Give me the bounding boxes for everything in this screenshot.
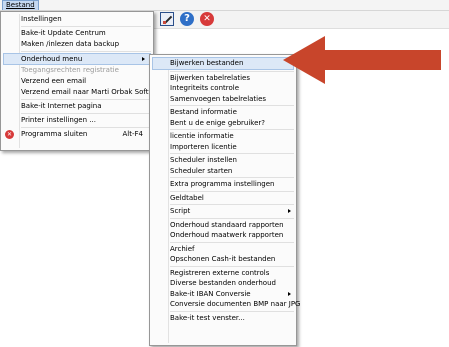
menu-separator [21, 99, 151, 100]
menu-separator [170, 217, 294, 219]
submenu-item-iban-conversie[interactable]: Bake-it IBAN Conversie [150, 289, 296, 300]
submenu-item-maatwerk-rapporten[interactable]: Onderhoud maatwerk rapporten [150, 230, 296, 241]
submenu-item-archief[interactable]: Archief [150, 244, 296, 255]
menu-separator [170, 310, 294, 312]
menu-item-onderhoud-menu[interactable]: Onderhoud menu [3, 53, 151, 65]
submenu-item-bijwerken-bestanden[interactable]: Bijwerken bestanden [152, 57, 294, 70]
submenu-item-licentie-informatie[interactable]: licentie informatie [150, 131, 296, 142]
submenu-item-standaard-rapporten[interactable]: Onderhoud standaard rapporten [150, 220, 296, 231]
submenu-item-registreren-externe-controls[interactable]: Registreren externe controls [150, 268, 296, 279]
submenu-item-geldtabel[interactable]: Geldtabel [150, 193, 296, 204]
submenu-item-scheduler-starten[interactable]: Scheduler starten [150, 166, 296, 177]
pointer-arrow-shape [283, 36, 441, 84]
menu-separator [170, 204, 294, 205]
close-icon[interactable]: ✕ [200, 12, 214, 26]
menu-item-update-centrum[interactable]: Bake-it Update Centrum [1, 28, 153, 39]
bestand-dropdown-menu: Instellingen Bake-it Update Centrum Make… [0, 11, 166, 151]
submenu-arrow-icon [288, 209, 291, 213]
submenu-item-enige-gebruiker[interactable]: Bent u de enige gebruiker? [150, 118, 296, 129]
menu-separator [21, 127, 151, 128]
submenu-item-scheduler-instellen[interactable]: Scheduler instellen [150, 155, 296, 166]
menu-item-printer-instellingen[interactable]: Printer instellingen ... [1, 115, 153, 126]
shortcut-label: Alt-F4 [122, 130, 143, 138]
submenu-item-script[interactable]: Script [150, 206, 296, 217]
menu-separator [21, 113, 151, 114]
menu-separator [21, 51, 151, 52]
menu-separator [170, 190, 294, 192]
menu-separator [170, 265, 294, 267]
submenu-item-bestand-informatie[interactable]: Bestand informatie [150, 107, 296, 118]
submenu-item-extra-programma-instellingen[interactable]: Extra programma instellingen [150, 179, 296, 190]
menu-separator [170, 105, 294, 106]
submenu-item-integriteits-controle[interactable]: Integriteits controle [150, 83, 296, 94]
menu-separator [21, 26, 151, 27]
menu-separator [170, 241, 294, 243]
submenu-arrow-icon [142, 57, 145, 61]
menu-item-instellingen[interactable]: Instellingen [1, 14, 153, 25]
onderhoud-submenu: Bijwerken bestanden Bijwerken tabelrelat… [149, 54, 300, 346]
submenu-item-importeren-licentie[interactable]: Importeren licentie [150, 142, 296, 153]
pointer-arrow-icon [283, 36, 441, 84]
exit-icon: ✕ [5, 130, 14, 139]
submenu-item-bijwerken-tabelrelaties[interactable]: Bijwerken tabelrelaties [150, 73, 296, 84]
submenu-item-samenvoegen-tabelrelaties[interactable]: Samenvoegen tabelrelaties [150, 94, 296, 105]
menu-item-programma-sluiten[interactable]: ✕ Programma sluiten Alt-F4 [1, 129, 153, 140]
menu-bar: Bestand [0, 0, 449, 11]
menu-separator [170, 70, 294, 72]
menu-separator [170, 153, 294, 154]
submenu-item-conversie-bmp-jpg[interactable]: Conversie documenten BMP naar JPG [150, 299, 300, 310]
menu-item-email-marti-orbak[interactable]: Verzend email naar Marti Orbak Software [1, 87, 166, 98]
submenu-arrow-icon [288, 291, 291, 296]
menu-bestand[interactable]: Bestand [2, 0, 39, 10]
edit-icon[interactable] [160, 12, 174, 26]
submenu-item-test-venster[interactable]: Bake-it test venster... [150, 313, 296, 324]
help-icon[interactable]: ? [180, 12, 194, 26]
submenu-item-diverse-bestanden[interactable]: Diverse bestanden onderhoud [150, 278, 296, 289]
menu-item-data-backup[interactable]: Maken /inlezen data backup [1, 39, 153, 50]
menu-separator [170, 129, 294, 130]
menu-item-verzend-email[interactable]: Verzend een email [1, 76, 153, 87]
menu-item-toegangsrechten: Toegangsrechten registratie [21, 66, 119, 74]
submenu-item-opschonen-cash-it[interactable]: Opschonen Cash-it bestanden [150, 254, 296, 265]
menu-separator [170, 177, 294, 178]
menu-item-internet-pagina[interactable]: Bake-it Internet pagina [1, 101, 153, 112]
